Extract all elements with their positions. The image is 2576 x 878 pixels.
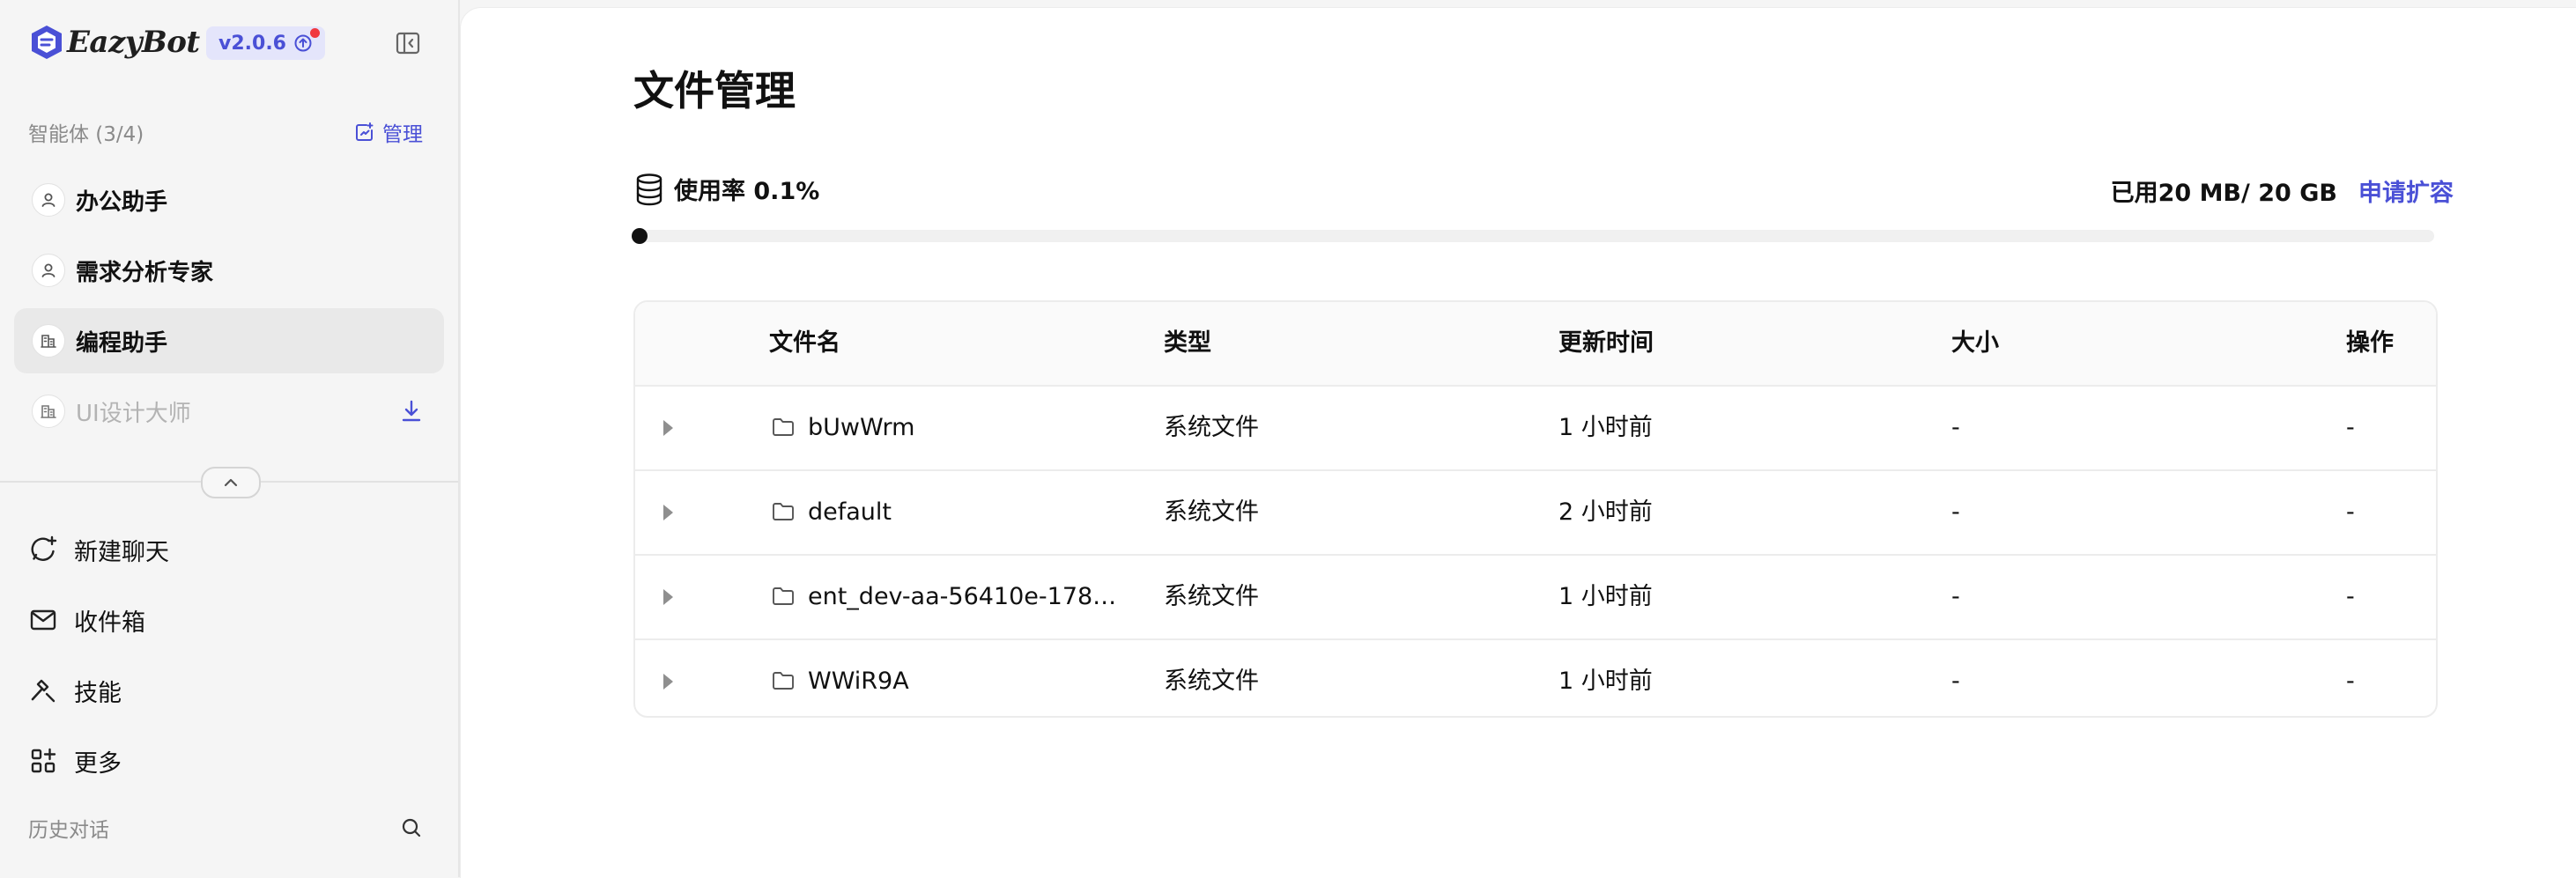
nav-new-chat[interactable]: 新建聊天 [28, 523, 169, 576]
agent-item-coding-assistant[interactable]: 编程助手 [14, 308, 444, 373]
version-label: v2.0.6 [218, 32, 286, 55]
agent-item-ui-design-master[interactable]: UI设计大师 [14, 379, 444, 444]
table-row[interactable]: default 系统文件 2 小时前 - - [635, 471, 2436, 556]
file-type: 系统文件 [1164, 668, 1259, 695]
upgrade-icon [294, 34, 312, 52]
file-table: 文件名 类型 更新时间 大小 操作 bUwWrm 系统文件 1 小时前 - - … [633, 300, 2438, 718]
nav-skills[interactable]: 技能 [28, 664, 122, 717]
agent-label: 需求分析专家 [76, 259, 214, 286]
column-header-name[interactable]: 文件名 [769, 302, 840, 385]
nav-inbox[interactable]: 收件箱 [28, 594, 145, 646]
building-icon [32, 395, 65, 428]
file-action: - [2346, 583, 2355, 610]
chevron-up-icon [224, 478, 238, 487]
user-icon [32, 183, 65, 217]
file-type: 系统文件 [1164, 498, 1259, 526]
agents-section-title: 智能体 (3/4) [28, 123, 144, 146]
agent-label: 办公助手 [76, 188, 168, 216]
file-action: - [2346, 498, 2355, 526]
table-header: 文件名 类型 更新时间 大小 操作 [635, 302, 2436, 387]
column-header-type[interactable]: 类型 [1164, 302, 1211, 385]
file-updated: 2 小时前 [1558, 498, 1653, 526]
agent-item-requirements-expert[interactable]: 需求分析专家 [14, 238, 444, 303]
collapse-sidebar-button[interactable] [393, 28, 423, 58]
storage-usage: 使用率 0.1% [633, 172, 819, 206]
folder-icon [773, 503, 794, 520]
file-action: - [2346, 414, 2355, 441]
file-name[interactable]: default [808, 471, 892, 554]
history-section-header: 历史对话 [28, 810, 423, 845]
usage-label: 使用率 0.1% [674, 178, 820, 205]
agent-label: UI设计大师 [76, 400, 191, 427]
sidebar-toggle-icon [396, 32, 420, 55]
file-action: - [2346, 668, 2355, 695]
expand-row-icon[interactable] [663, 674, 673, 690]
column-header-size[interactable]: 大小 [1951, 302, 1999, 385]
folder-icon [773, 672, 794, 690]
sidebar: EazyBot v2.0.6 智能体 (3/4) 管理 办公助手 需求分析专家 … [0, 0, 460, 877]
page-title: 文件管理 [633, 67, 796, 114]
file-name[interactable]: WWiR9A [808, 640, 909, 716]
nav-label: 收件箱 [74, 609, 145, 637]
agent-item-office-assistant[interactable]: 办公助手 [14, 167, 444, 232]
agents-section-header: 智能体 (3/4) 管理 [28, 116, 423, 148]
database-icon [636, 173, 663, 205]
file-name[interactable]: ent_dev-aa-56410e-1784... [808, 556, 1125, 638]
file-type: 系统文件 [1164, 414, 1259, 441]
table-row[interactable]: ent_dev-aa-56410e-1784... 系统文件 1 小时前 - - [635, 556, 2436, 640]
expand-row-icon[interactable] [663, 420, 673, 436]
file-size: - [1951, 498, 1960, 526]
agent-label: 编程助手 [76, 329, 168, 357]
file-updated: 1 小时前 [1558, 414, 1653, 441]
expand-row-icon[interactable] [663, 589, 673, 605]
column-header-action: 操作 [2346, 329, 2394, 357]
building-icon [32, 324, 65, 358]
file-size: - [1951, 583, 1960, 610]
file-size: - [1951, 668, 1960, 695]
storage-used-text: 已用20 MB/ 20 GB [2110, 180, 2337, 207]
usage-progress-fill [632, 228, 648, 244]
hammer-icon [31, 679, 56, 703]
column-header-updated[interactable]: 更新时间 [1558, 302, 1654, 385]
apply-expansion-link[interactable]: 申请扩容 [2358, 173, 2454, 208]
manage-label: 管理 [382, 123, 423, 146]
brand[interactable]: EazyBot [28, 19, 200, 65]
manage-agents-button[interactable]: 管理 [354, 117, 423, 147]
user-icon [32, 254, 65, 287]
mail-icon [30, 609, 56, 631]
history-label: 历史对话 [28, 819, 109, 842]
file-updated: 1 小时前 [1558, 583, 1653, 610]
file-size: - [1951, 414, 1960, 441]
nav-label: 新建聊天 [74, 538, 169, 566]
usage-progress-track [633, 230, 2434, 242]
search-icon[interactable] [400, 816, 423, 839]
expand-row-icon[interactable] [663, 505, 673, 520]
folder-icon [773, 587, 794, 605]
manage-icon [356, 122, 374, 141]
version-badge[interactable]: v2.0.6 [206, 26, 325, 60]
notification-dot [309, 28, 320, 38]
grid-icon [31, 748, 56, 773]
file-name[interactable]: bUwWrm [808, 387, 914, 469]
nav-label: 更多 [74, 749, 122, 778]
table-row[interactable]: bUwWrm 系统文件 1 小时前 - - [635, 387, 2436, 471]
table-row[interactable]: WWiR9A 系统文件 1 小时前 - - [635, 640, 2436, 716]
eazybot-logo-icon [32, 26, 62, 59]
nav-label: 技能 [74, 679, 122, 707]
main-panel: 文件管理 使用率 0.1% 已用20 MB/ 20 GB 申请扩容 文件名 类型… [460, 7, 2576, 878]
folder-icon [773, 418, 794, 436]
brand-name: EazyBot [67, 25, 200, 60]
file-updated: 1 小时前 [1558, 668, 1653, 695]
download-icon[interactable] [398, 398, 425, 424]
nav-more[interactable]: 更多 [28, 734, 122, 787]
file-type: 系统文件 [1164, 583, 1259, 610]
collapse-agents-button[interactable] [201, 467, 261, 498]
new-chat-icon [31, 535, 57, 561]
